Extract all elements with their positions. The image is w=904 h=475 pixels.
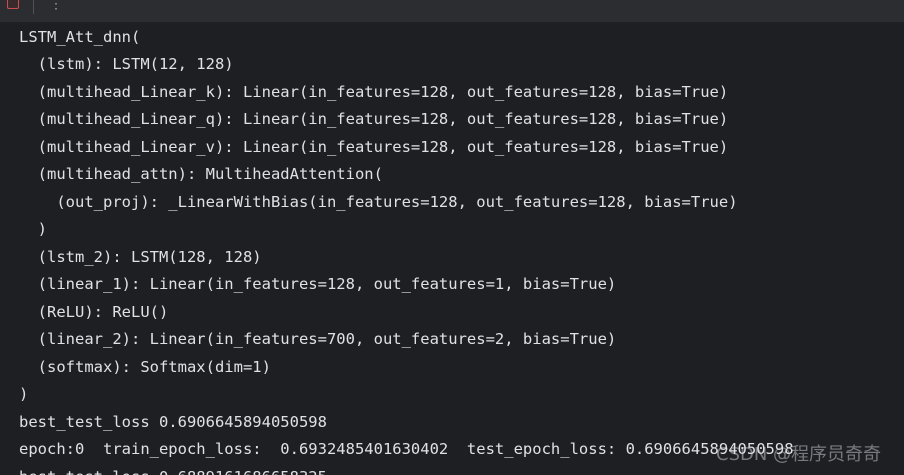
watermark: CSDN @程序员奇奇 [716,444,882,465]
console-output[interactable]: LSTM_Att_dnn( (lstm): LSTM(12, 128) (mul… [0,22,904,475]
console-line: (lstm_2): LSTM(128, 128) [19,248,262,266]
toolbar-separator [33,0,34,14]
console-line: best_test_loss 0.6906645894050598 [19,413,327,431]
console-line: best_test_loss 0.6889161686658325 [19,466,327,475]
console-line: (multihead_Linear_k): Linear(in_features… [19,83,729,101]
console-line: ) [19,385,29,403]
console-line: (lstm): LSTM(12, 128) [19,55,234,73]
console-line: epoch:0 train_epoch_loss: 0.693248540163… [19,440,794,458]
run-toolbar: ⋮ [0,0,904,22]
console-line: ) [19,220,47,238]
console-line: (multihead_Linear_v): Linear(in_features… [19,138,729,156]
console-line: (ReLU): ReLU() [19,303,169,321]
console-line: (softmax): Softmax(dim=1) [19,358,271,376]
more-options-icon[interactable]: ⋮ [49,0,63,11]
console-line: (multihead_Linear_q): Linear(in_features… [19,110,729,128]
console-line: (linear_1): Linear(in_features=128, out_… [19,275,617,293]
console-line: (out_proj): _LinearWithBias(in_features=… [19,193,738,211]
console-line: (multihead_attn): MultiheadAttention( [19,165,383,183]
stop-icon[interactable] [7,0,19,9]
console-line: (linear_2): Linear(in_features=700, out_… [19,330,617,348]
console-line: LSTM_Att_dnn( [19,28,141,46]
